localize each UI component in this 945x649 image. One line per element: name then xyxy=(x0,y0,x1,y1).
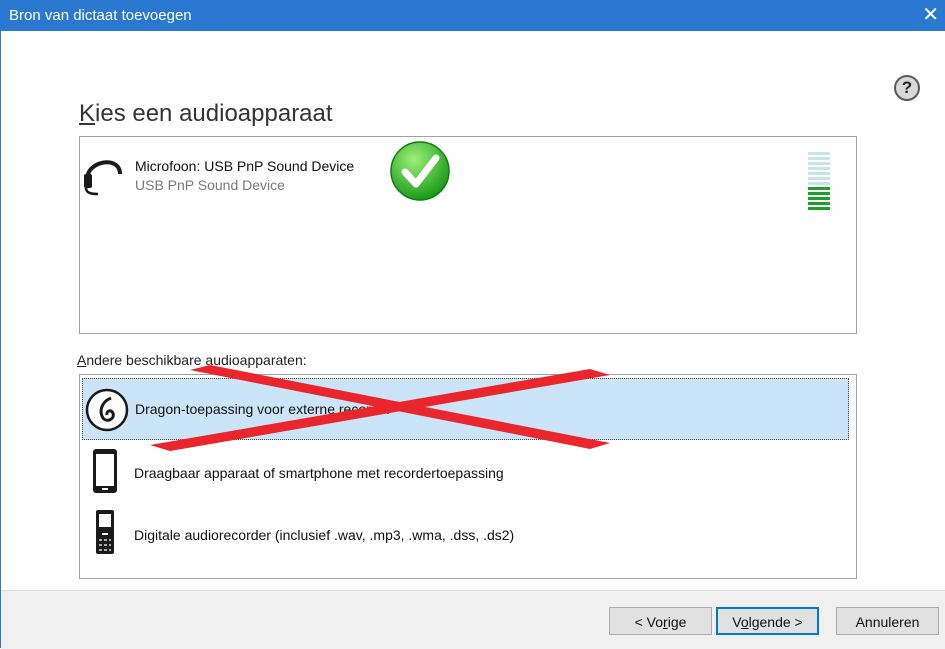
page-title-access-key: K xyxy=(79,100,96,127)
back-button-text: < Vo xyxy=(634,614,664,630)
active-device-name: Microfoon: USB PnP Sound Device xyxy=(135,158,355,174)
recorder-icon xyxy=(96,510,114,554)
level-segment xyxy=(808,177,830,180)
check-icon xyxy=(390,141,450,201)
next-button-access-key: o xyxy=(740,614,749,630)
device-option-label: Digitale audiorecorder (inclusief .wav, … xyxy=(134,527,515,543)
cross-out-mark xyxy=(150,365,610,451)
level-segment xyxy=(808,197,830,200)
window-border xyxy=(0,31,1,648)
next-button-text-end: lgende > xyxy=(748,614,803,630)
level-segment xyxy=(808,172,830,175)
device-option-recorder[interactable]: Digitale audiorecorder (inclusief .wav, … xyxy=(82,503,849,565)
page-title: Kies een audioapparaat xyxy=(79,100,333,128)
level-segment xyxy=(808,192,830,195)
help-icon[interactable]: ? xyxy=(894,75,920,101)
active-device-subtitle: USB PnP Sound Device xyxy=(135,177,285,193)
dragon-icon xyxy=(85,388,129,432)
back-button-text-end: ige xyxy=(667,614,687,630)
other-devices-access-key: A xyxy=(77,352,87,368)
cancel-button[interactable]: Annuleren xyxy=(836,607,939,635)
level-segment xyxy=(808,162,830,165)
level-segment xyxy=(808,182,830,185)
close-icon[interactable]: ✕ xyxy=(922,3,939,27)
audio-level-meter xyxy=(808,152,830,212)
back-button[interactable]: < Vorige xyxy=(609,607,712,635)
next-button-text: V xyxy=(732,614,741,630)
level-segment xyxy=(808,152,830,155)
title-bar: Bron van dictaat toevoegen ✕ xyxy=(0,0,945,31)
level-segment xyxy=(808,207,830,210)
page-title-text: ies een audioapparaat xyxy=(95,100,333,127)
window-title: Bron van dictaat toevoegen xyxy=(9,7,192,24)
headset-icon xyxy=(84,160,122,196)
smartphone-icon xyxy=(93,449,117,493)
level-segment xyxy=(808,157,830,160)
level-segment xyxy=(808,187,830,190)
level-segment xyxy=(808,167,830,170)
level-segment xyxy=(808,202,830,205)
device-option-label: Draagbaar apparaat of smartphone met rec… xyxy=(134,465,504,481)
next-button[interactable]: Volgende > xyxy=(716,607,819,635)
